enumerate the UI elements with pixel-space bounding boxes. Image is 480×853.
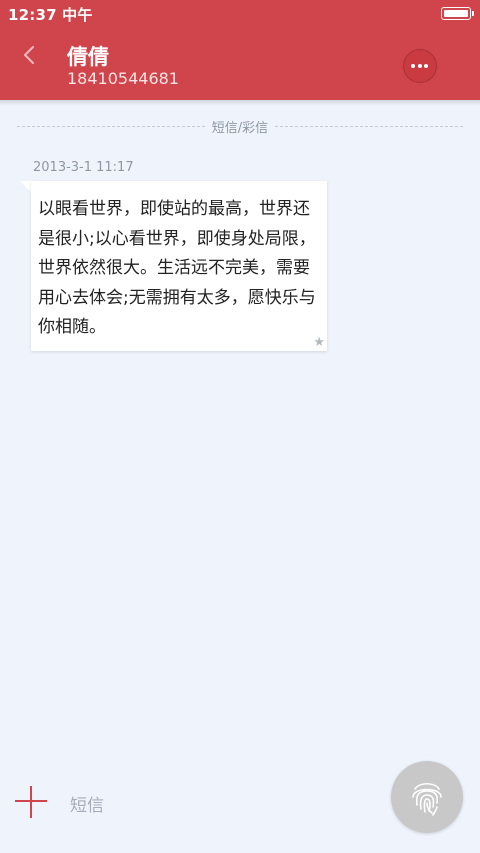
header-shadow (0, 100, 480, 106)
back-button[interactable] (14, 40, 44, 70)
message-timestamp: 2013-3-1 11:17 (33, 160, 134, 175)
more-dot (424, 64, 428, 68)
contact-name: 倩倩 (67, 45, 109, 69)
message-type-divider: 短信/彩信 (0, 117, 480, 136)
status-time: 12:37 中午 (8, 6, 93, 24)
message-input[interactable]: 短信 (70, 791, 104, 816)
message-text: 以眼看世界，即使站的最高，世界还是很小;以心看世界，即使身处局限，世界依然很大。… (38, 199, 316, 337)
add-attachment-button[interactable] (15, 786, 47, 818)
star-icon: ★ (313, 335, 325, 350)
app-header: 12:37 中午 倩倩 18410544681 (0, 0, 480, 100)
more-horizontal-icon (411, 64, 415, 68)
fingerprint-icon (412, 782, 442, 816)
battery-nub (472, 11, 474, 16)
more-dot (417, 64, 422, 68)
message-bubble[interactable]: 以眼看世界，即使站的最高，世界还是很小;以心看世界，即使身处局限，世界依然很大。… (31, 181, 327, 351)
fingerprint-send-button[interactable] (391, 761, 463, 833)
more-options-button[interactable] (403, 49, 437, 83)
plus-icon-vertical (30, 786, 32, 818)
status-bar: 12:37 中午 (0, 0, 480, 28)
battery-icon (441, 7, 471, 20)
contact-number: 18410544681 (67, 69, 179, 88)
chevron-left-icon (24, 46, 34, 64)
message-type-label: 短信/彩信 (205, 121, 275, 136)
